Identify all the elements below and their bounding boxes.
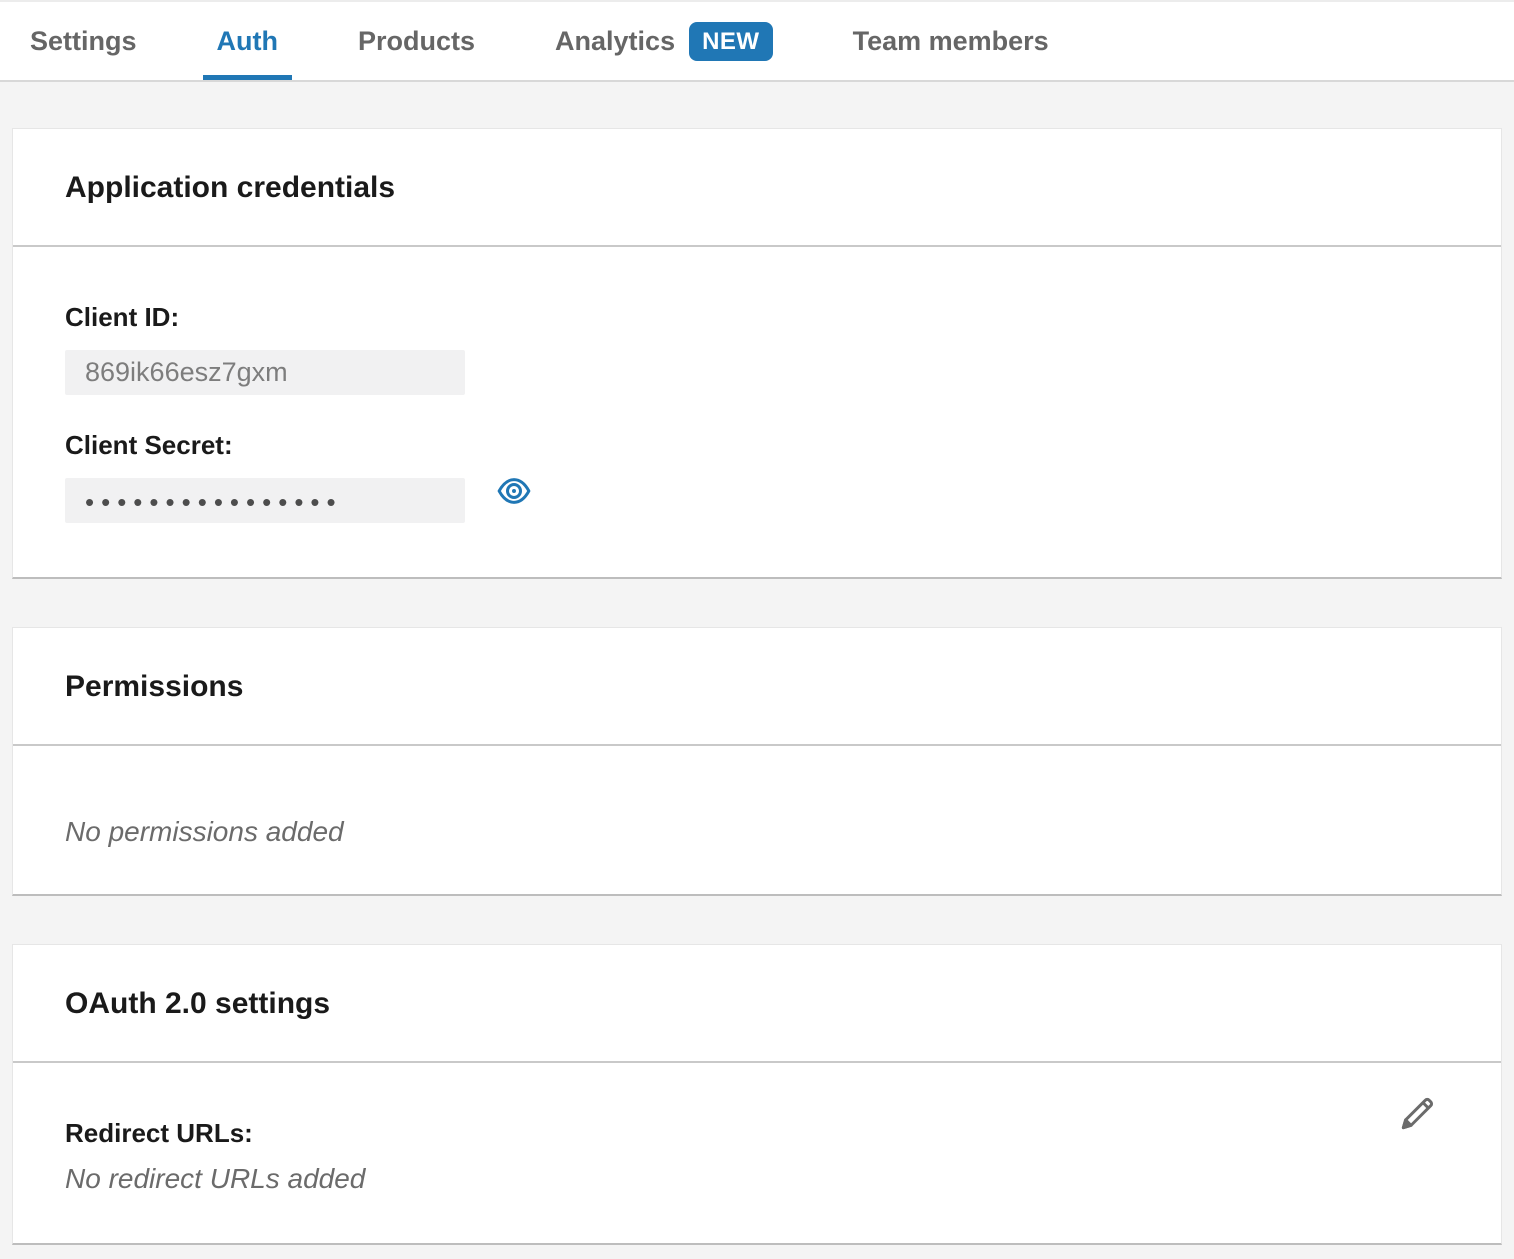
permissions-title: Permissions (65, 670, 1449, 704)
tab-analytics[interactable]: Analytics NEW (541, 2, 787, 80)
oauth-settings-header: OAuth 2.0 settings (13, 945, 1501, 1063)
reveal-secret-button[interactable] (497, 475, 531, 509)
tab-settings[interactable]: Settings (16, 2, 151, 80)
permissions-header: Permissions (13, 628, 1501, 746)
pencil-icon (1396, 1093, 1438, 1138)
tab-products[interactable]: Products (344, 2, 489, 80)
permissions-body: No permissions added (13, 746, 1501, 894)
application-credentials-title: Application credentials (65, 171, 1449, 205)
edit-redirect-urls-button[interactable] (1395, 1093, 1439, 1137)
client-secret-field[interactable]: •••••••••••••••• (65, 478, 465, 523)
application-credentials-header: Application credentials (13, 129, 1501, 247)
client-secret-row: •••••••••••••••• (65, 461, 1449, 523)
eye-icon (497, 476, 531, 509)
tab-team-members[interactable]: Team members (839, 2, 1063, 80)
tab-products-label: Products (358, 26, 475, 57)
redirect-urls-label: Redirect URLs: (65, 1117, 1449, 1149)
tab-team-members-label: Team members (853, 26, 1049, 57)
new-badge: NEW (689, 22, 773, 61)
application-credentials-card: Application credentials Client ID: 869ik… (12, 128, 1502, 579)
tab-bar: Settings Auth Products Analytics NEW Tea… (0, 0, 1514, 82)
client-id-label: Client ID: (65, 301, 1449, 333)
tab-auth[interactable]: Auth (203, 2, 292, 80)
auth-tab-content: Application credentials Client ID: 869ik… (0, 82, 1514, 1259)
tab-auth-label: Auth (217, 26, 278, 57)
oauth-settings-card: OAuth 2.0 settings Redirect URLs: No red… (12, 944, 1502, 1245)
oauth-settings-title: OAuth 2.0 settings (65, 987, 1449, 1021)
tab-analytics-label: Analytics (555, 26, 675, 57)
application-credentials-body: Client ID: 869ik66esz7gxm Client Secret:… (13, 247, 1501, 577)
no-permissions-text: No permissions added (65, 816, 1449, 848)
no-redirect-urls-text: No redirect URLs added (65, 1163, 1449, 1195)
oauth-settings-body: Redirect URLs: No redirect URLs added (13, 1063, 1501, 1243)
permissions-card: Permissions No permissions added (12, 627, 1502, 896)
client-secret-label: Client Secret: (65, 429, 1449, 461)
client-id-field[interactable]: 869ik66esz7gxm (65, 350, 465, 395)
tab-settings-label: Settings (30, 26, 137, 57)
